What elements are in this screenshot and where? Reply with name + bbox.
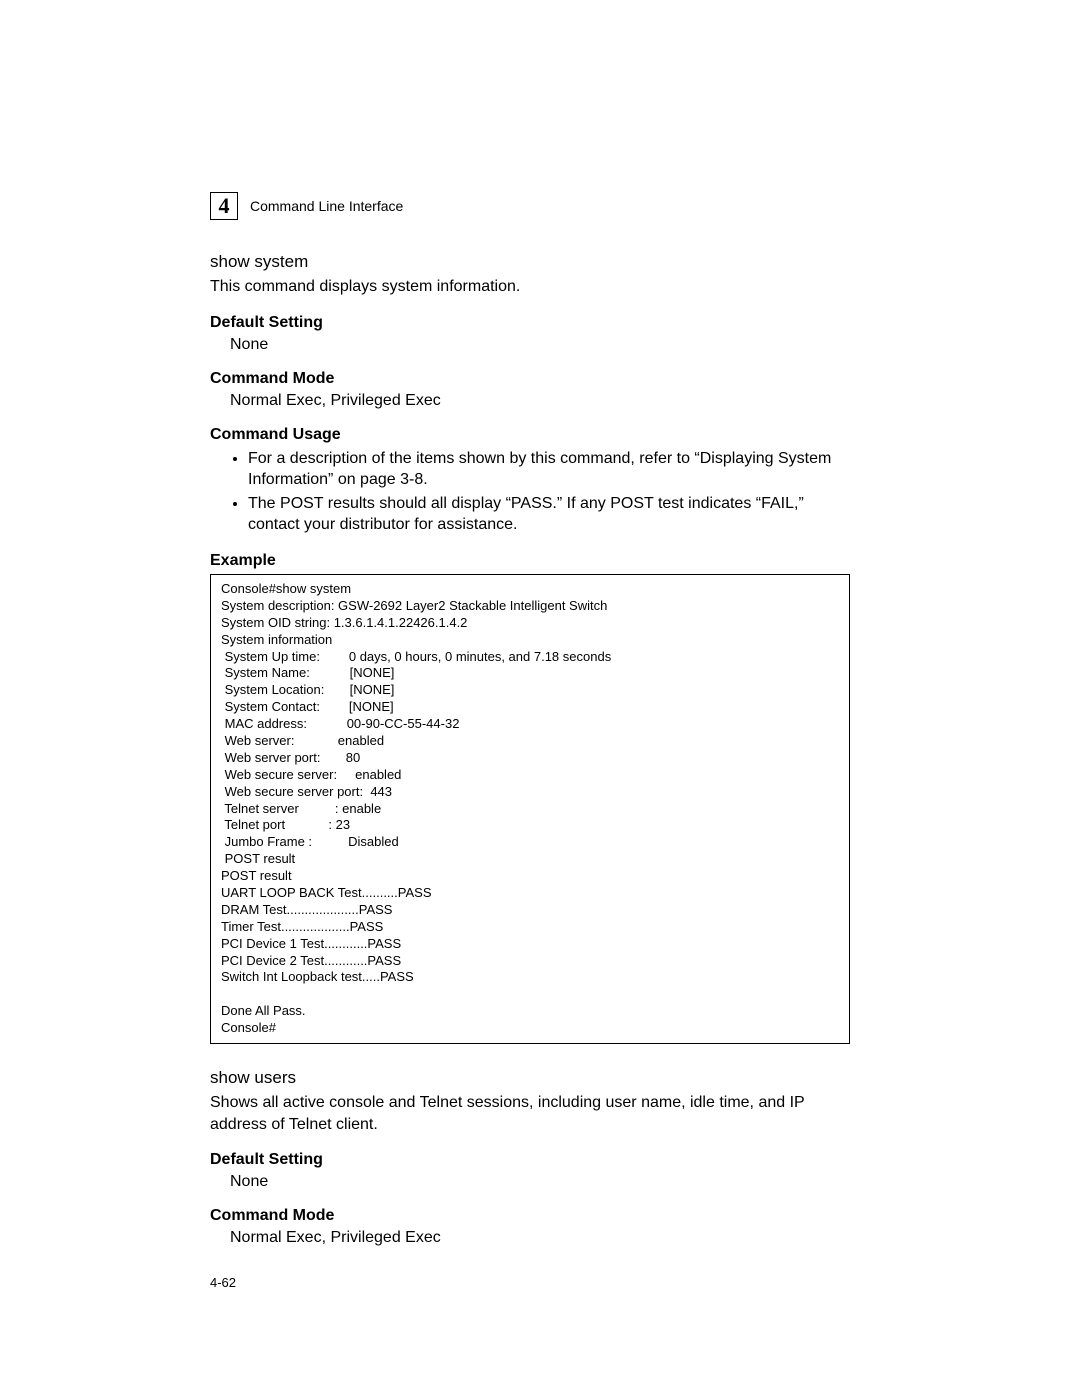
- default-setting-body: None: [230, 336, 850, 354]
- header-title: Command Line Interface: [250, 198, 403, 214]
- example-heading: Example: [210, 552, 850, 570]
- command-mode-heading: Command Mode: [210, 370, 850, 388]
- usage-bullet: The POST results should all display “PAS…: [248, 493, 850, 536]
- example-console-output: Console#show system System description: …: [210, 574, 850, 1044]
- default-setting-heading: Default Setting: [210, 1151, 850, 1169]
- default-setting-heading: Default Setting: [210, 314, 850, 332]
- page-header: 4 Command Line Interface: [210, 192, 850, 220]
- command-title-show-users: show users: [210, 1068, 850, 1088]
- command-usage-heading: Command Usage: [210, 426, 850, 444]
- default-setting-body: None: [230, 1173, 850, 1191]
- chapter-number-box: 4: [210, 192, 238, 220]
- command-mode-body: Normal Exec, Privileged Exec: [230, 1229, 850, 1247]
- command-description: This command displays system information…: [210, 276, 850, 298]
- command-mode-body: Normal Exec, Privileged Exec: [230, 392, 850, 410]
- command-mode-heading: Command Mode: [210, 1207, 850, 1225]
- chapter-number: 4: [219, 193, 230, 219]
- command-usage-list: For a description of the items shown by …: [248, 448, 850, 536]
- page-content: 4 Command Line Interface show system Thi…: [210, 192, 850, 1290]
- command-description: Shows all active console and Telnet sess…: [210, 1092, 850, 1135]
- page-number: 4-62: [210, 1275, 850, 1290]
- command-title-show-system: show system: [210, 252, 850, 272]
- usage-bullet: For a description of the items shown by …: [248, 448, 850, 491]
